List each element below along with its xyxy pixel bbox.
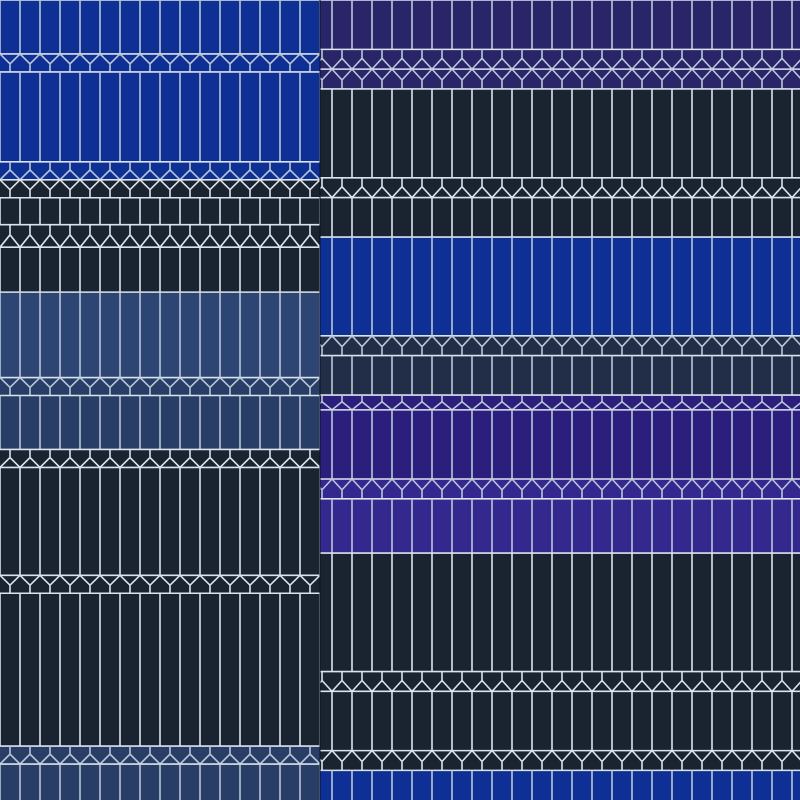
left-panel [0, 0, 320, 800]
band-fill [0, 575, 320, 594]
left-band-10 [0, 394, 320, 450]
left-band-12 [0, 466, 320, 576]
right-band-15 [320, 690, 800, 752]
band-fill [0, 377, 320, 397]
left-band-3 [0, 160, 320, 181]
band-fill [0, 53, 320, 73]
right-band-1 [320, 48, 800, 70]
right-panel [320, 0, 800, 800]
right-band-10 [320, 409, 800, 480]
left-band-11 [0, 448, 320, 468]
right-band-4 [320, 176, 800, 199]
left-band-1 [0, 53, 320, 73]
band-fill [320, 750, 800, 771]
right-band-9 [320, 394, 800, 411]
left-band-0 [0, 0, 320, 55]
right-band-11 [320, 478, 800, 500]
right-band-8 [320, 354, 800, 396]
left-band-7 [0, 246, 320, 293]
band-fill [0, 179, 320, 199]
left-band-9 [0, 376, 320, 397]
right-band-12 [320, 497, 800, 554]
left-band-4 [0, 178, 320, 199]
left-band-2 [0, 71, 320, 163]
left-band-16 [0, 763, 320, 800]
left-band-6 [0, 223, 320, 248]
right-band-3 [320, 88, 800, 179]
right-band-17 [320, 769, 800, 800]
right-band-5 [320, 196, 800, 238]
right-band-2 [320, 68, 800, 90]
geometric-pattern-artwork [0, 0, 800, 800]
band-fill [320, 69, 800, 90]
left-band-13 [0, 574, 320, 594]
left-band-5 [0, 196, 320, 226]
right-band-16 [320, 749, 800, 771]
pattern-canvas [0, 0, 800, 800]
band-fill [320, 479, 800, 500]
right-band-14 [320, 670, 800, 692]
right-band-7 [320, 335, 800, 357]
band-fill [320, 335, 800, 357]
right-band-0 [320, 0, 800, 50]
left-band-14 [0, 592, 320, 747]
right-band-13 [320, 552, 800, 673]
left-band-8 [0, 291, 320, 379]
left-band-15 [0, 745, 320, 765]
right-band-6 [320, 236, 800, 337]
